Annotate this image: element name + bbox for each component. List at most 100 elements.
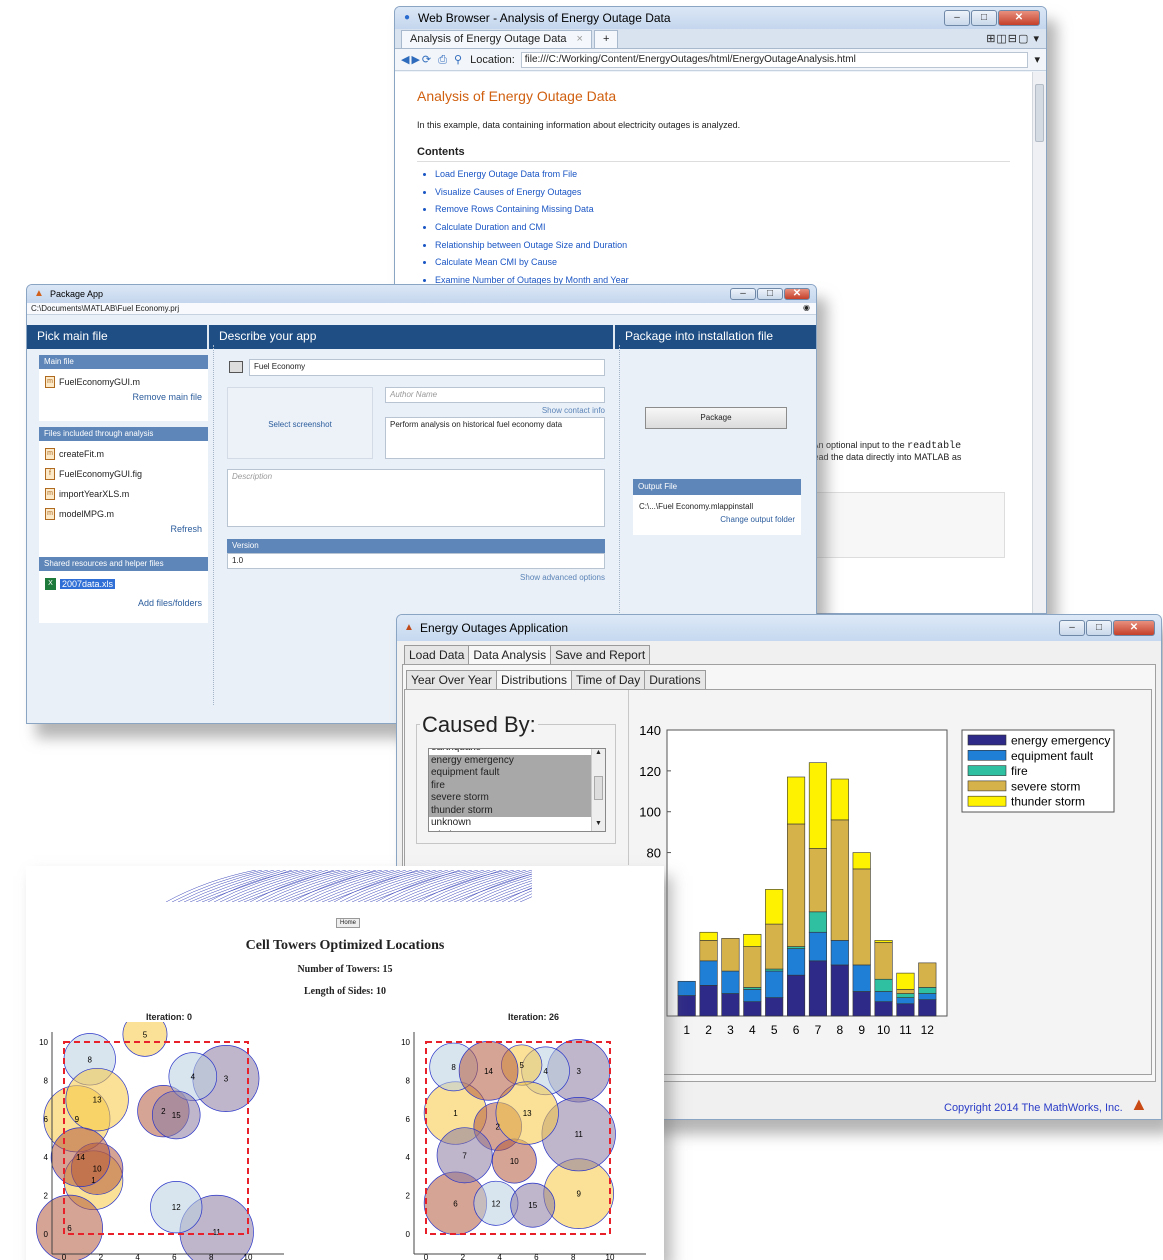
contents-link[interactable]: Remove Rows Containing Missing Data: [435, 201, 1010, 219]
select-screenshot-link[interactable]: Select screenshot: [232, 420, 368, 429]
bar-segment: [918, 987, 937, 994]
version-field[interactable]: 1.0: [227, 553, 605, 569]
home-button[interactable]: Home: [336, 918, 360, 928]
bar-segment: [808, 931, 827, 962]
screenshot-area[interactable]: Select screenshot: [227, 387, 373, 459]
file-item[interactable]: m createFit.m: [45, 444, 202, 464]
cause-option[interactable]: equipment fault: [429, 767, 591, 780]
contents-link[interactable]: Calculate Mean CMI by Cause: [435, 254, 1010, 272]
x-tick-label: 12: [921, 1023, 935, 1037]
output-path: C:\...\Fuel Economy.mlappinstall: [639, 502, 754, 511]
y-tick-label: 8: [406, 1076, 411, 1085]
main-file-body: m FuelEconomyGUI.m Remove main file: [39, 369, 208, 421]
shared-file-item[interactable]: X 2007data.xls: [45, 574, 202, 594]
cause-option[interactable]: severe storm: [429, 792, 591, 805]
cause-option[interactable]: wind: [429, 830, 605, 832]
tab-durations[interactable]: Durations: [644, 670, 706, 690]
scrollbar-thumb[interactable]: [594, 776, 603, 800]
energy-titlebar: ▲ Energy Outages Application – □ ✕: [397, 615, 1161, 641]
project-path-text: C:\Documents\MATLAB\Fuel Economy.prj: [31, 304, 180, 313]
contents-link[interactable]: Visualize Causes of Energy Outages: [435, 184, 1010, 202]
app-icon-placeholder[interactable]: [229, 361, 243, 373]
add-files-link[interactable]: Add files/folders: [45, 598, 202, 608]
outage-bar-chart: 801001201401 2 3 4 5 6 7 8 9 10 11 12energy emergen…: [639, 723, 1115, 1037]
browser-titlebar: ● Web Browser - Analysis of Energy Outag…: [395, 7, 1046, 29]
navigation-icons[interactable]: ◀▶⟳ ⎙ ⚲: [401, 53, 464, 67]
package-steps: Pick main file Describe your app Package…: [27, 325, 816, 349]
package-button[interactable]: Package: [645, 407, 787, 429]
file-item[interactable]: f FuelEconomyGUI.fig: [45, 464, 202, 484]
file-item[interactable]: m modelMPG.m: [45, 504, 202, 524]
maximize-button[interactable]: □: [971, 10, 997, 26]
bar-segment: [721, 938, 740, 972]
cause-option[interactable]: energy emergency: [429, 754, 591, 767]
scroll-up-icon[interactable]: ▲: [592, 749, 605, 756]
layout-icons[interactable]: ⊞◫⊟▢ ▾: [986, 32, 1040, 45]
tower-label: 13: [523, 1109, 532, 1118]
tower-label: 4: [191, 1073, 196, 1082]
legend-label: thunder storm: [1011, 795, 1085, 809]
version-header: Version: [227, 539, 605, 553]
tab-load-data[interactable]: Load Data: [404, 645, 470, 665]
cause-option[interactable]: fire: [429, 779, 591, 792]
cause-option[interactable]: thunder storm: [429, 804, 591, 817]
bar-segment: [787, 946, 806, 949]
contents-link[interactable]: Load Energy Outage Data from File: [435, 166, 1010, 184]
bar-segment: [918, 962, 937, 988]
browser-scrollbar[interactable]: [1032, 72, 1046, 613]
tab-save-and-report[interactable]: Save and Report: [550, 645, 651, 665]
show-advanced-link[interactable]: Show advanced options: [227, 573, 605, 582]
minimize-button[interactable]: –: [944, 10, 970, 26]
x-tick-label: 0: [62, 1253, 67, 1260]
close-button[interactable]: ✕: [1113, 620, 1155, 636]
summary-field[interactable]: Perform analysis on historical fuel econ…: [385, 417, 605, 459]
author-name-field[interactable]: Author Name: [385, 387, 605, 403]
tower-label: 11: [213, 1228, 222, 1237]
minimize-button[interactable]: –: [1059, 620, 1085, 636]
scroll-down-icon[interactable]: ▼: [592, 820, 605, 827]
matlab-icon: ▲: [34, 288, 44, 299]
close-button[interactable]: ✕: [998, 10, 1040, 26]
cause-listbox[interactable]: earthquakeenergy emergencyequipment faul…: [428, 748, 606, 832]
file-item[interactable]: m importYearXLS.m: [45, 484, 202, 504]
refresh-link[interactable]: Refresh: [45, 524, 202, 534]
energy-title: Energy Outages Application: [420, 621, 569, 635]
tab-distributions[interactable]: Distributions: [495, 670, 572, 690]
shared-body: X 2007data.xls Add files/folders: [39, 571, 208, 623]
scrollbar-thumb[interactable]: [1035, 84, 1044, 142]
main-file-item[interactable]: m FuelEconomyGUI.m: [45, 372, 202, 392]
maximize-button[interactable]: □: [757, 288, 783, 300]
tower-label: 8: [451, 1063, 456, 1072]
cause-option[interactable]: unknown: [429, 817, 605, 830]
show-contact-link[interactable]: Show contact info: [385, 406, 605, 415]
description-field[interactable]: Description: [227, 469, 605, 527]
bar-segment: [677, 980, 696, 996]
close-button[interactable]: ✕: [784, 288, 810, 300]
tab-close-icon[interactable]: ×: [577, 33, 583, 45]
new-tab-button[interactable]: +: [593, 30, 619, 48]
x-tick-label: 7: [815, 1023, 822, 1037]
x-tick-label: 4: [749, 1023, 756, 1037]
package-app-titlebar: ▲ Package App – □ ✕: [27, 285, 816, 303]
location-dropdown-icon[interactable]: ▾: [1034, 53, 1040, 66]
tower-label: 14: [484, 1067, 493, 1076]
contents-link[interactable]: Calculate Duration and CMI: [435, 219, 1010, 237]
legend-label: energy emergency: [1011, 734, 1110, 748]
remove-main-file-link[interactable]: Remove main file: [45, 392, 202, 402]
bar-segment: [699, 985, 718, 1017]
location-input[interactable]: file:///C:/Working/Content/EnergyOutages…: [520, 51, 1029, 68]
contents-link[interactable]: Relationship between Outage Size and Dur…: [435, 237, 1010, 255]
browser-tab[interactable]: Analysis of Energy Outage Data ×: [401, 30, 592, 48]
change-output-link[interactable]: Change output folder: [639, 515, 795, 524]
collapse-icon[interactable]: ◉: [803, 303, 810, 312]
listbox-scrollbar[interactable]: ▲ ▼: [591, 749, 605, 831]
app-name-field[interactable]: Fuel Economy: [249, 359, 605, 376]
tower-label: 12: [172, 1203, 181, 1212]
fig-file-icon: f: [45, 468, 55, 480]
tab-data-analysis[interactable]: Data Analysis: [468, 645, 552, 665]
tab-year-over-year[interactable]: Year Over Year: [406, 670, 497, 690]
maximize-button[interactable]: □: [1086, 620, 1112, 636]
minimize-button[interactable]: –: [730, 288, 756, 300]
tab-time-of-day[interactable]: Time of Day: [570, 670, 646, 690]
x-tick-label: 8: [209, 1253, 214, 1260]
